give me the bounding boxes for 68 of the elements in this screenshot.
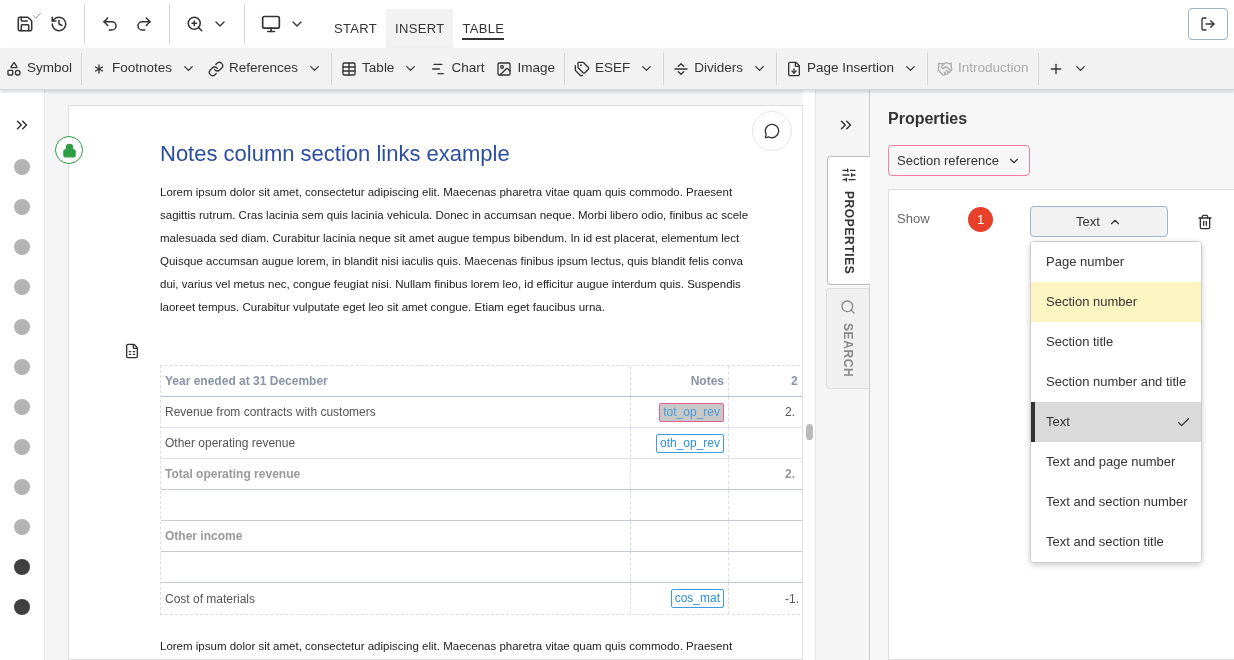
ribbon-tab[interactable]: INSERT [386,9,454,48]
menu-option[interactable]: Text and section title [1031,522,1201,562]
toolbar-button[interactable]: Dividers [663,52,773,85]
show-dropdown[interactable]: Text [1030,206,1168,237]
toolbar-button[interactable]: Page Insertion [775,52,925,85]
column-header: Notes [690,373,724,390]
row-value: -1. [785,590,799,608]
shapes-icon [6,60,22,77]
monitor-icon [261,14,281,34]
comment-icon [764,123,780,139]
tag-icon [573,60,590,77]
history-icon [50,15,68,33]
delete-icon[interactable] [1197,214,1213,230]
row-value: 2. [785,466,795,483]
redo-icon [135,15,153,33]
paragraph-line: Lorem ipsum dolor sit amet, consectetur adipiscing elit. Maecenas pharetra vitae quam quis commodo. Praesent [160,185,733,200]
type-dropdown[interactable]: Section reference [888,145,1030,176]
divider-icon [673,60,690,77]
menu-option[interactable]: Section title [1031,322,1201,362]
paragraph-line: laoreet tempus. Curabitur vulputate eget leo sit amet congue. Etiam eget faucibus urna. [160,300,605,315]
menu-option[interactable]: Page number [1031,242,1201,282]
panel-title: Properties [888,109,969,129]
menu-option[interactable]: Text [1031,402,1201,442]
paragraph-line: sagittis rutrum. Cras lacinia sem quis lacinia vehicula. Donec in accumsan neque. Morbi libero odio, finibus ac scele [160,208,749,223]
search-icon [840,299,856,316]
note-tag[interactable]: oth_op_rev [655,433,724,453]
row-label: Revenue from contracts with customers [165,404,376,421]
field-label: Show [897,210,930,228]
undo-icon [101,15,119,33]
column-header: 2 [791,373,798,390]
menu-option[interactable]: Section number [1031,282,1201,322]
menu-option[interactable]: Text and section number [1031,482,1201,522]
row-value: 2. [785,404,795,421]
file-download-icon [785,60,802,77]
row-label: Cost of materials [165,590,256,608]
menu-option[interactable]: Section number and title [1031,362,1201,402]
toolbar-button[interactable]: Table [331,52,425,85]
save-icon [16,15,34,33]
toolbar-button[interactable]: Symbol [0,52,78,85]
zoom-in-icon [186,15,204,33]
scrollbar[interactable] [803,90,815,660]
section-title: Notes column section links example [160,140,511,168]
paragraph-line: malesuada sed diam. Curabitur lacinia neque sit amet augue tempus bibendum. In id est placerat, elementum lect [160,231,740,246]
toolbar-button[interactable]: References [202,52,329,85]
exit-icon [1200,16,1216,32]
paragraph-line: dui, varius vel metus nec, congue feugiat nisi. Nullam finibus lorem leo, id efficitur augue interdum quis. Suspendis [160,277,741,292]
toolbar-button[interactable]: Image [490,52,561,85]
toolbar-button[interactable]: Chart [424,52,491,85]
menu-option[interactable]: Text and page number [1031,442,1201,482]
toolbar-button[interactable]: Footnotes [81,52,203,85]
exit-button[interactable] [1188,8,1228,40]
column-header: Year eneded at 31 December [165,373,328,390]
row-label: Total operating revenue [165,466,301,483]
row-label: Other operating revenue [165,435,296,452]
comment-button[interactable] [752,111,792,151]
paragraph-line: Quisque accumsan augue lorem, in blandit nisi iaculis quis. Maecenas finibus ipsum lectus, quis blandit felis conva [160,254,743,269]
image-icon [496,60,513,77]
note-tag[interactable]: cos_mat [670,589,724,608]
toolbar-button[interactable]: ESEF [563,52,661,85]
row-label: Other income [165,528,243,545]
side-tab[interactable]: PROPERTIES [827,156,870,286]
spreadsheet-icon [124,343,140,359]
table-icon [341,60,358,77]
sliders-icon [841,167,857,183]
paragraph-line: Lorem ipsum dolor sit amet, consectetur adipiscing elit. Maecenas pharetra vitae quam quis commodo. Praesent [160,639,733,654]
link-icon [208,60,225,77]
handshake-icon [937,60,954,77]
step-badge: 1 [968,207,993,232]
